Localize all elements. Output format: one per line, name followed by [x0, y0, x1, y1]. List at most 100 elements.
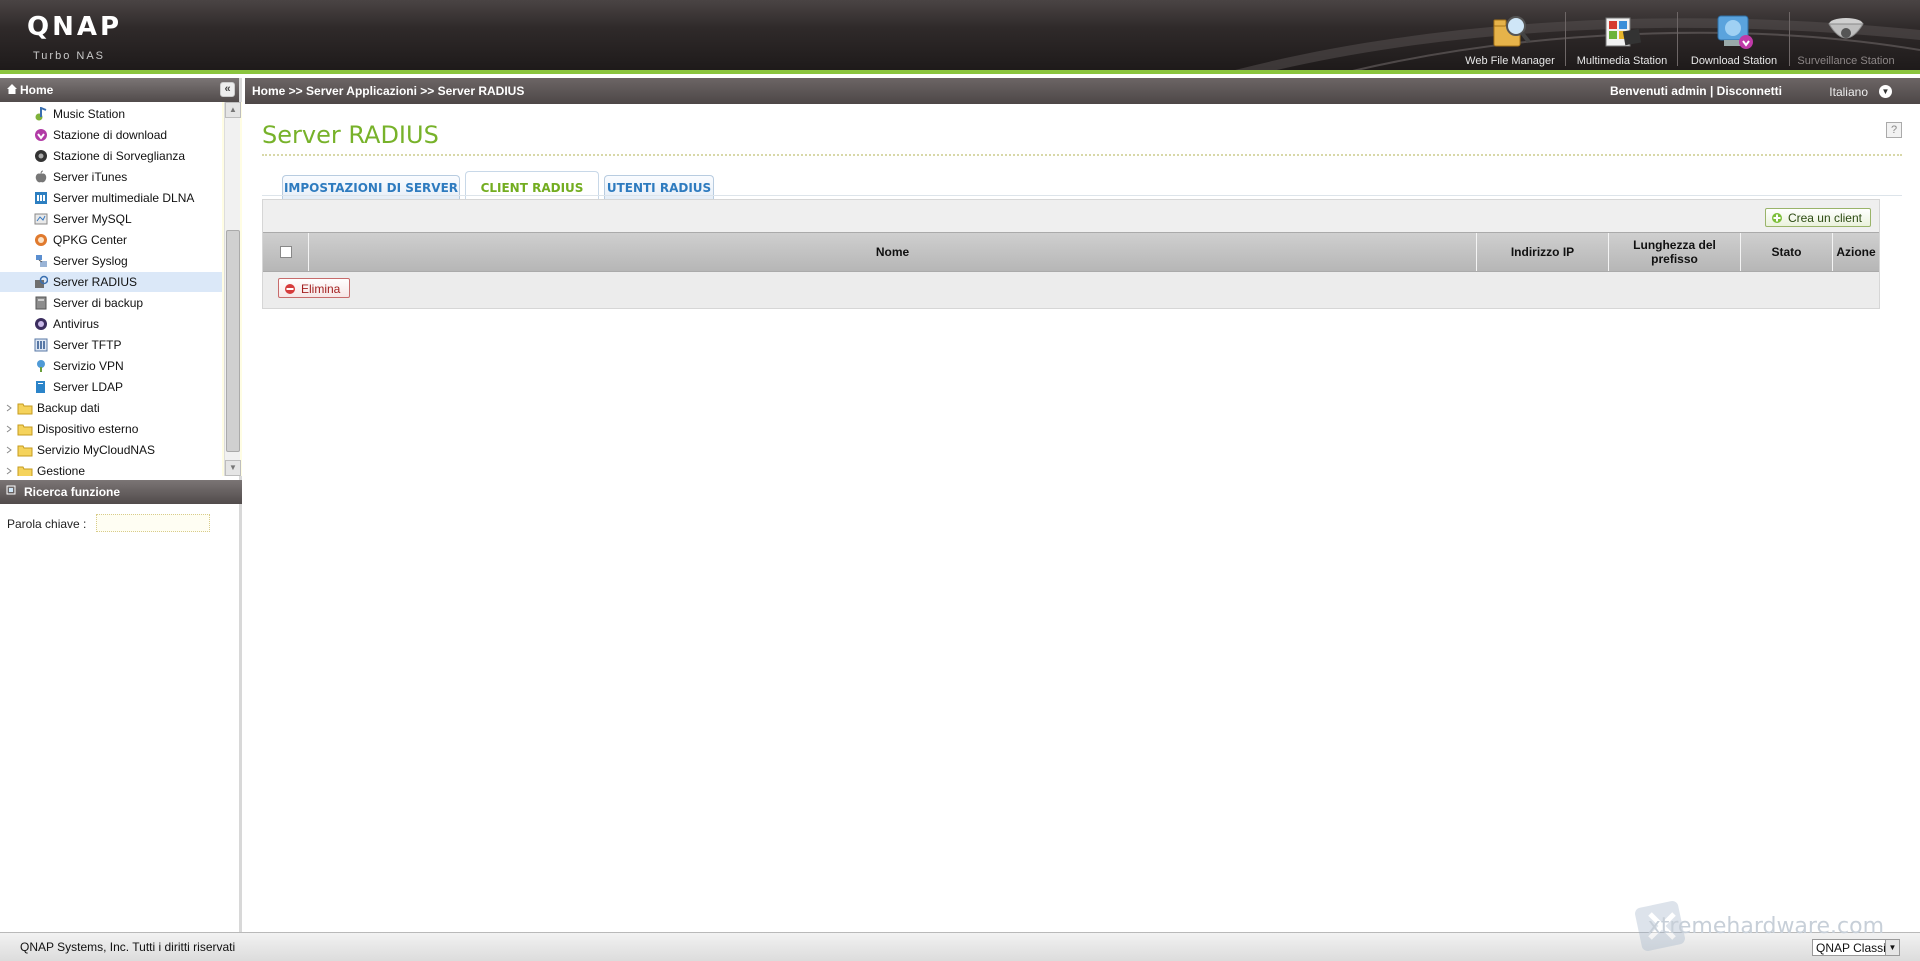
sidebar-folder-label: Dispositivo esterno [37, 422, 139, 436]
sidebar-item-download[interactable]: Stazione di download [0, 125, 222, 145]
column-header-action[interactable]: Azione [1833, 233, 1879, 271]
language-label[interactable]: Italiano [1829, 85, 1868, 99]
column-header-status[interactable]: Stato [1741, 233, 1833, 271]
web-file-manager-icon [1493, 16, 1531, 47]
download-icon [35, 129, 47, 141]
bullet-icon [6, 485, 16, 495]
download-station-icon [1717, 15, 1753, 49]
expand-arrow-icon[interactable] [5, 467, 13, 475]
expand-arrow-icon[interactable] [5, 446, 13, 454]
search-panel-title: Ricerca funzione [24, 485, 121, 499]
sidebar-item-label: Server MySQL [53, 212, 132, 226]
sidebar-item-antivirus[interactable]: Antivirus [0, 314, 222, 334]
web-file-manager-label: Web File Manager [1465, 55, 1555, 67]
delete-button[interactable]: Elimina [278, 278, 351, 298]
tftp-icon [34, 338, 48, 352]
sidebar-folder-dispositivo-esterno[interactable]: Dispositivo esterno [0, 419, 222, 439]
sidebar-item-tftp[interactable]: Server TFTP [0, 335, 222, 355]
folder-icon [17, 403, 33, 415]
keyword-label: Parola chiave : [7, 517, 87, 531]
surveillance-station-label: Surveillance Station [1797, 55, 1895, 67]
camera-icon [35, 150, 47, 162]
column-header-prefix-length[interactable]: Lunghezza del prefisso [1609, 233, 1741, 271]
sidebar-item-label: Servizio VPN [53, 359, 124, 373]
add-icon [1771, 213, 1782, 223]
select-all-column [263, 233, 309, 271]
title-divider [262, 154, 1902, 156]
tree-scrollbar[interactable]: ▲ ▼ [224, 102, 241, 476]
sidebar-item-itunes[interactable]: Server iTunes [0, 167, 222, 187]
column-header-ip[interactable]: Indirizzo IP [1477, 233, 1609, 271]
sidebar-folder-backup-dati[interactable]: Backup dati [0, 398, 222, 418]
sidebar-item-surveillance[interactable]: Stazione di Sorveglianza [0, 146, 222, 166]
scroll-down-button[interactable]: ▼ [225, 460, 241, 476]
welcome-logout-links[interactable]: Benvenuti admin | Disconnetti [1610, 84, 1782, 98]
help-icon[interactable]: ? [1886, 122, 1902, 138]
antivirus-icon [35, 318, 47, 330]
keyword-input[interactable] [96, 514, 210, 532]
qnap-logo[interactable]: QNAP [27, 12, 122, 42]
sidebar-item-label: Server iTunes [53, 170, 128, 184]
breadcrumb[interactable]: Home >> Server Applicazioni >> Server RA… [252, 84, 524, 98]
search-panel-header: Ricerca funzione [0, 480, 242, 504]
sidebar-item-ldap[interactable]: Server LDAP [0, 377, 222, 397]
grid-footer: Elimina [263, 272, 1879, 308]
page-title: Server RADIUS [262, 121, 439, 149]
download-station-button[interactable]: Download Station [1678, 8, 1790, 68]
download-station-label: Download Station [1690, 55, 1778, 67]
sidebar-folder-label: Gestione [37, 464, 86, 476]
multimedia-station-icon [1605, 17, 1642, 47]
navigation-tree: Music Station Stazione di download Stazi… [0, 102, 242, 476]
sidebar-item-label: Antivirus [53, 317, 100, 331]
sidebar-item-label: Server Syslog [53, 254, 128, 268]
folder-icon [17, 466, 33, 476]
sidebar-item-label: Stazione di Sorveglianza [53, 149, 186, 163]
sidebar-item-label: Server RADIUS [53, 275, 138, 289]
collapse-sidebar-button[interactable]: « [220, 82, 235, 97]
sidebar-item-qpkg[interactable]: QPKG Center [0, 230, 222, 250]
sidebar-item-vpn[interactable]: Servizio VPN [0, 356, 222, 376]
surveillance-station-button[interactable]: Surveillance Station [1790, 8, 1902, 68]
multimedia-station-button[interactable]: Multimedia Station [1566, 8, 1678, 68]
language-dropdown-icon[interactable]: ▼ [1879, 85, 1892, 98]
database-icon [34, 213, 48, 225]
backup-server-icon [35, 296, 47, 310]
folder-icon [17, 445, 33, 457]
sidebar-item-label: Stazione di download [53, 128, 168, 142]
expand-arrow-icon[interactable] [5, 425, 13, 433]
sidebar-item-syslog[interactable]: Server Syslog [0, 251, 222, 271]
radius-icon [35, 275, 48, 288]
column-header-name[interactable]: Nome [309, 233, 1477, 271]
web-file-manager-button[interactable]: Web File Manager [1454, 8, 1566, 68]
vpn-icon [37, 360, 45, 372]
grid-toolbar: Crea un client [263, 200, 1879, 232]
sidebar-item-dlna[interactable]: Server multimediale DLNA [0, 188, 222, 208]
main-content: Home >> Server Applicazioni >> Server RA… [245, 78, 1920, 932]
multimedia-station-label: Multimedia Station [1576, 55, 1668, 67]
expand-arrow-icon[interactable] [5, 404, 13, 412]
scroll-thumb[interactable] [226, 230, 240, 452]
qpkg-icon [35, 234, 47, 246]
sidebar-folder-label: Servizio MyCloudNAS [37, 443, 156, 457]
sidebar-item-radius[interactable]: Server RADIUS [0, 272, 222, 292]
select-all-checkbox[interactable] [279, 246, 292, 258]
sidebar-folder-gestione[interactable]: Gestione [0, 461, 222, 476]
sidebar: Home « Music Station Stazione di downloa… [0, 78, 242, 932]
sidebar-item-music-station[interactable]: Music Station [0, 104, 222, 124]
breadcrumb-bar: Home >> Server Applicazioni >> Server RA… [245, 78, 1920, 104]
sidebar-item-backup-server[interactable]: Server di backup [0, 293, 222, 313]
syslog-icon [36, 255, 47, 267]
home-icon [7, 84, 17, 94]
sidebar-item-label: Server TFTP [53, 338, 122, 352]
delete-icon [285, 284, 295, 294]
sidebar-item-label: Server LDAP [53, 380, 124, 394]
scroll-up-button[interactable]: ▲ [225, 102, 241, 118]
sidebar-title[interactable]: Home [20, 83, 53, 97]
sidebar-item-label: QPKG Center [53, 233, 128, 247]
sidebar-item-mysql[interactable]: Server MySQL [0, 209, 222, 229]
sidebar-item-label: Music Station [53, 107, 126, 121]
top-header: QNAP Turbo NAS Web File Manager Multimed… [0, 0, 1920, 74]
sidebar-folder-mycloudnas[interactable]: Servizio MyCloudNAS [0, 440, 222, 460]
function-search-panel: Ricerca funzione Parola chiave : [0, 480, 242, 532]
create-client-button[interactable]: Crea un client [1764, 208, 1871, 227]
